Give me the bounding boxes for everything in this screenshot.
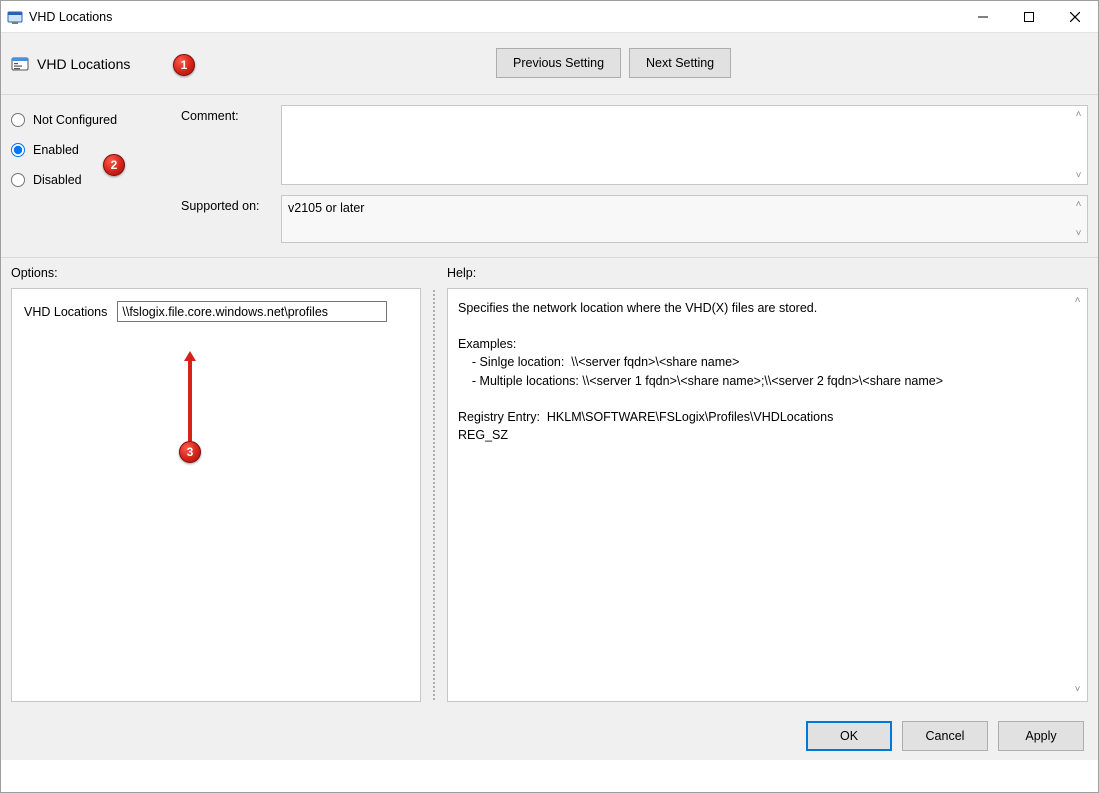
settings-area: Not Configured Enabled Disabled Comment:… bbox=[1, 95, 1098, 258]
cancel-button[interactable]: Cancel bbox=[902, 721, 988, 751]
comment-textarea[interactable] bbox=[281, 105, 1088, 185]
scroll-up-icon: ˄ bbox=[1070, 293, 1085, 308]
supported-on-label: Supported on: bbox=[181, 195, 271, 213]
header-strip: VHD Locations Previous Setting Next Sett… bbox=[1, 33, 1098, 95]
radio-not-configured-label[interactable]: Not Configured bbox=[33, 113, 117, 127]
next-setting-button[interactable]: Next Setting bbox=[629, 48, 731, 78]
app-icon bbox=[7, 9, 23, 25]
help-title: Help: bbox=[447, 266, 1088, 280]
radio-enabled-label[interactable]: Enabled bbox=[33, 143, 79, 157]
radio-disabled-label[interactable]: Disabled bbox=[33, 173, 82, 187]
footer: OK Cancel Apply bbox=[1, 712, 1098, 760]
maximize-button[interactable] bbox=[1006, 1, 1052, 33]
radio-not-configured[interactable] bbox=[11, 113, 25, 127]
supported-on-value: v2105 or later bbox=[281, 195, 1088, 243]
radio-enabled[interactable] bbox=[11, 143, 25, 157]
ok-button[interactable]: OK bbox=[806, 721, 892, 751]
help-text: Specifies the network location where the… bbox=[458, 299, 1063, 444]
window-title: VHD Locations bbox=[29, 10, 112, 24]
apply-button[interactable]: Apply bbox=[998, 721, 1084, 751]
previous-setting-button[interactable]: Previous Setting bbox=[496, 48, 621, 78]
titlebar: VHD Locations bbox=[1, 1, 1098, 33]
vhd-locations-label: VHD Locations bbox=[24, 305, 107, 319]
state-radio-group: Not Configured Enabled Disabled bbox=[11, 105, 181, 243]
options-title: Options: bbox=[11, 266, 421, 280]
scroll-down-icon: ˅ bbox=[1070, 682, 1085, 697]
comment-label: Comment: bbox=[181, 105, 271, 123]
close-button[interactable] bbox=[1052, 1, 1098, 33]
radio-disabled[interactable] bbox=[11, 173, 25, 187]
help-pane: Help: Specifies the network location whe… bbox=[437, 258, 1098, 712]
policy-name: VHD Locations bbox=[37, 56, 130, 72]
minimize-button[interactable] bbox=[960, 1, 1006, 33]
vhd-locations-input[interactable] bbox=[117, 301, 387, 322]
policy-icon bbox=[11, 55, 29, 73]
options-pane: Options: VHD Locations bbox=[1, 258, 431, 712]
